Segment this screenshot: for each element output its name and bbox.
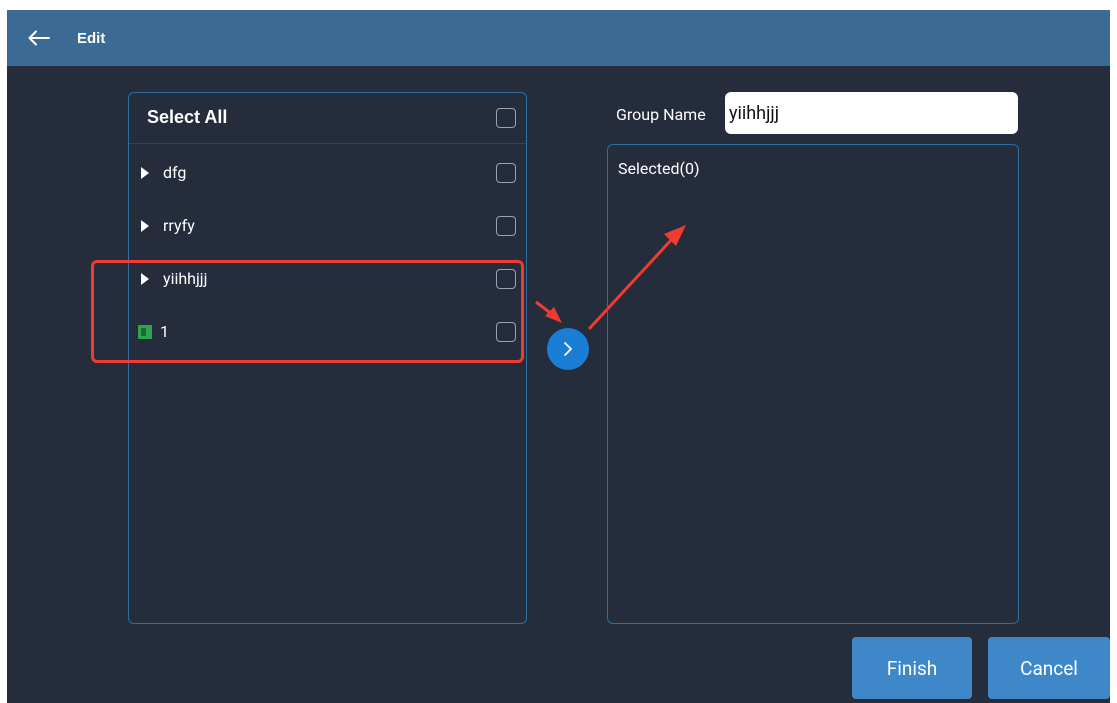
triangle-right-icon[interactable] [141,273,149,285]
move-to-selected-button[interactable] [547,328,589,370]
device-icon [138,325,152,339]
back-button[interactable] [24,24,54,52]
member-list-panel: Select All dfg rryfy yiihhjjj 1 [128,92,527,624]
select-all-row[interactable]: Select All [129,93,526,144]
chevron-right-icon [564,342,572,356]
triangle-right-icon[interactable] [141,167,149,179]
list-item-device-1[interactable]: 1 [129,306,526,358]
group-name-input[interactable] [725,92,1018,134]
list-item-label: dfg [163,163,187,182]
title-bar: Edit [7,10,1110,66]
list-item-rryfy[interactable]: rryfy [129,200,526,252]
page-title: Edit [77,30,106,47]
annotation-arrow-short [535,300,554,317]
cancel-button[interactable]: Cancel [988,637,1110,699]
annotation-arrowhead [545,307,562,323]
list-item-dfg[interactable]: dfg [129,147,526,199]
list-item-checkbox[interactable] [496,163,516,183]
list-item-label: rryfy [163,216,195,235]
list-item-checkbox[interactable] [496,322,516,342]
app-window: Edit Select All dfg rryfy yiihhjjj 1 Gro… [7,10,1110,703]
list-item-label: 1 [160,322,169,341]
list-item-yiihhjjj[interactable]: yiihhjjj [129,253,526,305]
selected-panel: Selected(0) [607,144,1019,624]
list-item-checkbox[interactable] [496,269,516,289]
finish-button[interactable]: Finish [852,637,972,699]
select-all-checkbox[interactable] [496,108,516,128]
triangle-right-icon[interactable] [141,220,149,232]
list-item-label: yiihhjjj [163,269,208,288]
select-all-label: Select All [147,107,228,127]
selected-count-label: Selected(0) [618,159,700,178]
arrow-left-icon [28,30,50,46]
group-name-label: Group Name [616,105,706,124]
list-item-checkbox[interactable] [496,216,516,236]
